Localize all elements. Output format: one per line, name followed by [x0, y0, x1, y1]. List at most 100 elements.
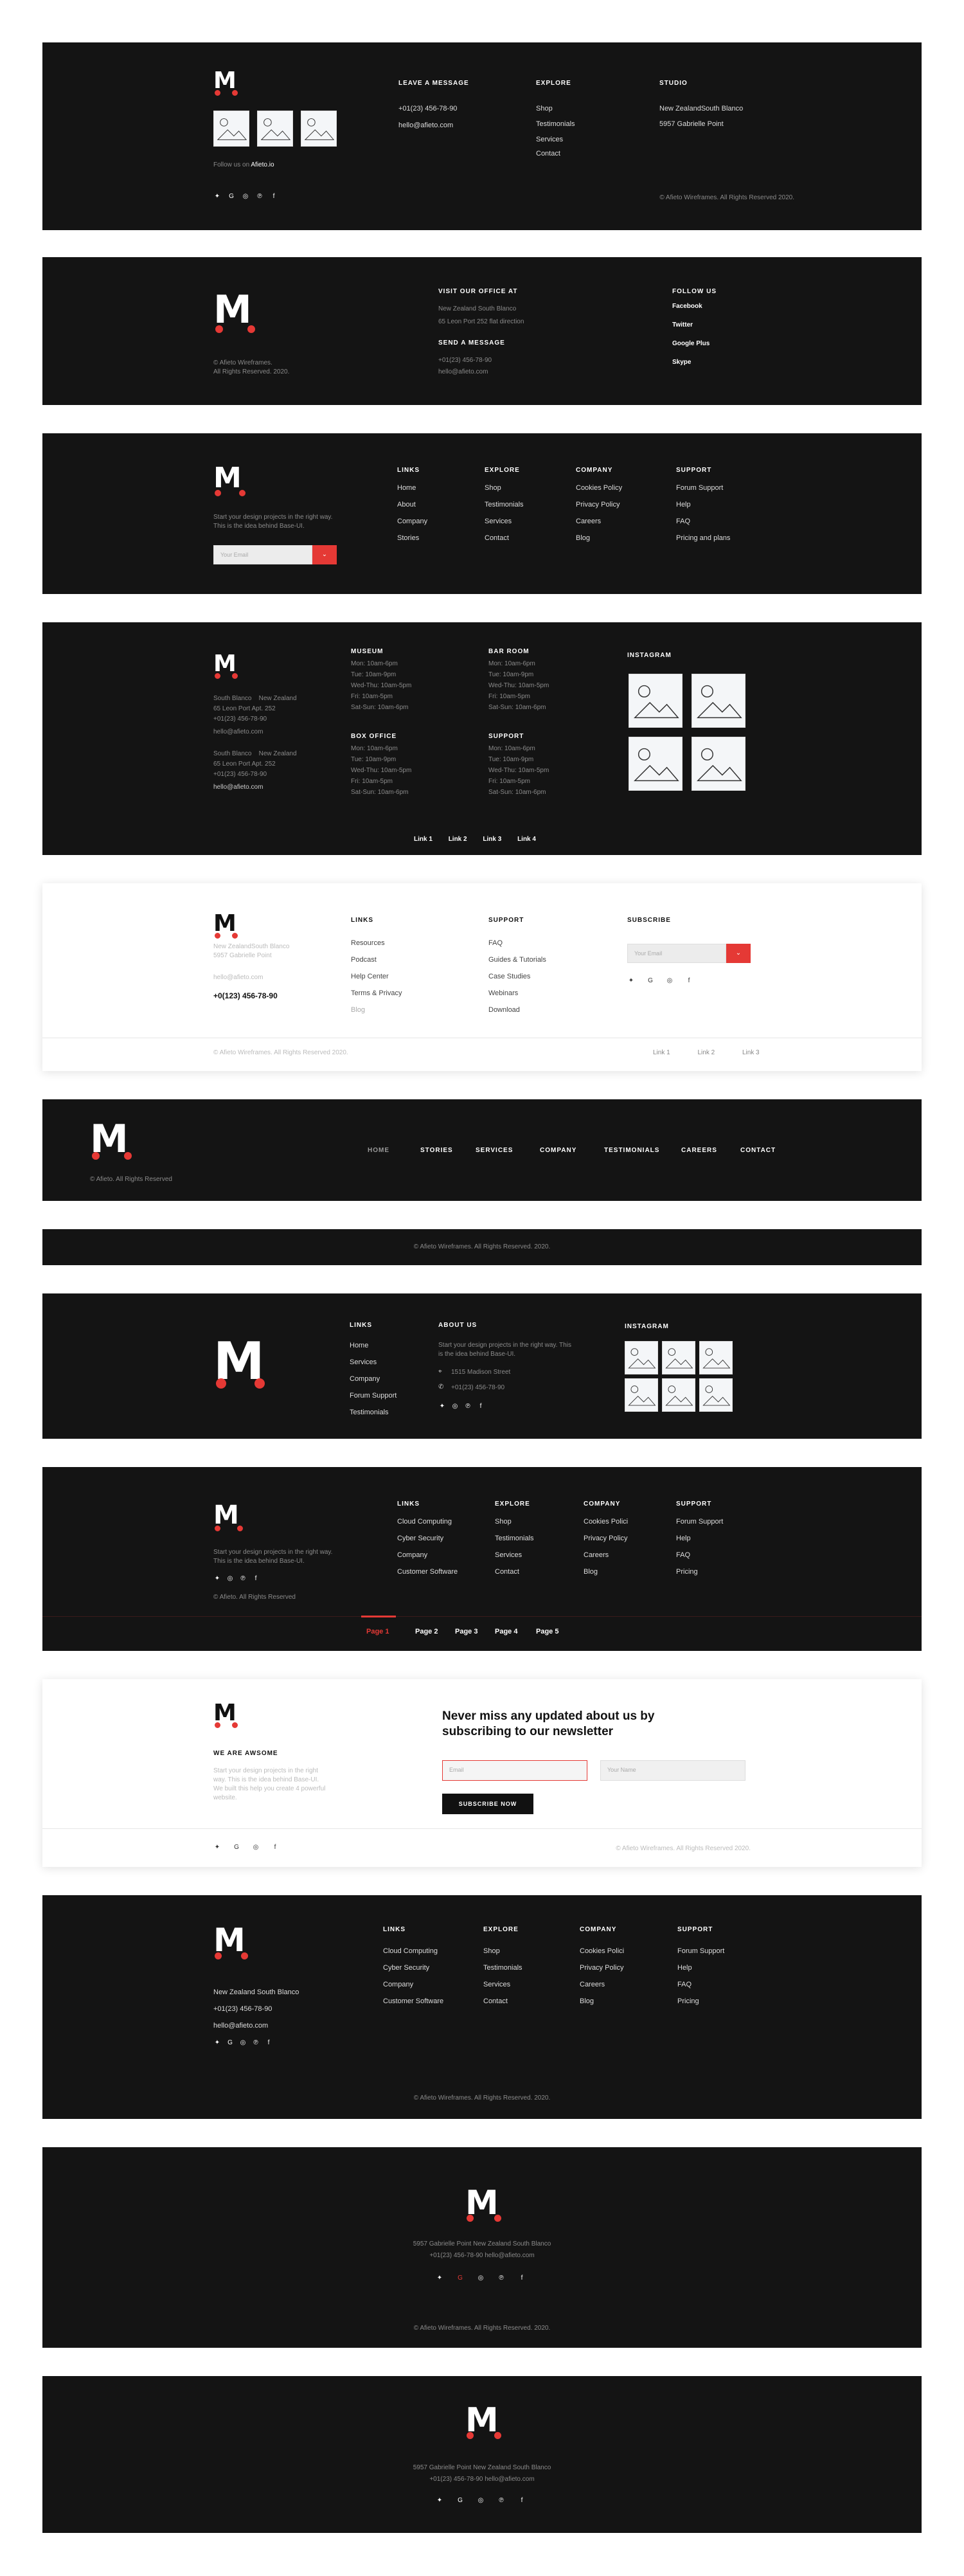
instagram-image[interactable]	[699, 1341, 733, 1374]
instagram-image[interactable]	[629, 674, 683, 728]
column-link[interactable]: Forum Support	[676, 1517, 723, 1534]
follow-link[interactable]: Afieto.io	[251, 161, 274, 168]
facebook-icon[interactable]: f	[477, 1403, 485, 1410]
nav-testimonials[interactable]: TESTIMONIALS	[604, 1147, 681, 1154]
link-item[interactable]: Help Center	[351, 972, 402, 989]
pinterest-icon[interactable]: ℗	[256, 193, 263, 201]
explore-item[interactable]: Contact	[536, 149, 613, 161]
column-link[interactable]: Cookies Polici	[580, 1947, 624, 1963]
bottom-link[interactable]: Link 3	[742, 1049, 760, 1056]
instagram-image[interactable]	[625, 1378, 658, 1412]
google-icon[interactable]: G	[647, 977, 654, 985]
column-link[interactable]: Contact	[485, 534, 524, 550]
bottom-link[interactable]: Link 2	[697, 1049, 715, 1056]
facebook-icon[interactable]: f	[685, 977, 693, 985]
link-item[interactable]: Forum Support	[350, 1391, 397, 1408]
pinterest-icon[interactable]: ℗	[464, 1403, 472, 1410]
google-icon[interactable]: G	[456, 2497, 464, 2505]
column-link[interactable]: Services	[495, 1551, 534, 1567]
link-item[interactable]: Testimonials	[350, 1408, 397, 1425]
logo[interactable]: M	[465, 2404, 503, 2439]
column-link[interactable]: Testimonials	[485, 500, 524, 517]
column-link[interactable]: Blog	[576, 534, 622, 550]
email[interactable]: hello@afieto.com	[438, 368, 488, 377]
column-link[interactable]: Contact	[483, 1997, 522, 2013]
email[interactable]: hello@afieto.com	[398, 121, 453, 130]
column-link[interactable]: Cloud Computing	[397, 1517, 458, 1534]
column-link[interactable]: Cookies Policy	[576, 483, 622, 500]
column-link[interactable]: Customer Software	[383, 1997, 443, 2013]
pinterest-icon[interactable]: ℗	[252, 2039, 260, 2047]
instagram-icon[interactable]: ◎	[239, 2039, 247, 2047]
bottom-link[interactable]: Link 3	[483, 836, 501, 843]
instagram-image[interactable]	[625, 1341, 658, 1374]
column-link[interactable]: Customer Software	[397, 1567, 458, 1584]
instagram-icon[interactable]: ◎	[451, 1403, 459, 1410]
follow-google-plus[interactable]: Google Plus	[672, 339, 710, 358]
facebook-icon[interactable]: f	[252, 1575, 260, 1583]
phone[interactable]: +01(23) 456-78-90	[398, 104, 457, 113]
email[interactable]: hello@afieto.com	[213, 973, 263, 982]
column-link[interactable]: Cloud Computing	[383, 1947, 443, 1963]
link-item[interactable]: Home	[350, 1341, 397, 1358]
page-2[interactable]: Page 2	[415, 1628, 455, 1635]
follow-skype[interactable]: Skype	[672, 358, 710, 367]
twitter-icon[interactable]: ✦	[213, 2039, 221, 2047]
logo[interactable]: M	[465, 2186, 503, 2222]
follow-twitter[interactable]: Twitter	[672, 321, 710, 339]
column-link[interactable]: Careers	[584, 1551, 628, 1567]
logo[interactable]: M	[213, 653, 239, 679]
instagram-icon[interactable]: ◎	[477, 2497, 485, 2505]
pinterest-icon[interactable]: ℗	[497, 2274, 505, 2282]
twitter-icon[interactable]: ✦	[213, 1575, 221, 1583]
column-link[interactable]: Contact	[495, 1567, 534, 1584]
bottom-link[interactable]: Link 4	[517, 836, 536, 843]
column-link[interactable]: Help	[676, 500, 730, 517]
logo[interactable]: M	[213, 69, 239, 96]
column-link[interactable]: Services	[483, 1980, 522, 1997]
facebook-icon[interactable]: f	[271, 1844, 279, 1851]
column-link[interactable]: Careers	[576, 517, 622, 534]
name-input[interactable]: Your Name	[600, 1760, 745, 1781]
logo[interactable]: M	[213, 1502, 244, 1531]
column-link[interactable]: Services	[485, 517, 524, 534]
phone[interactable]: +01(23) 456-78-90	[438, 356, 492, 365]
nav-home[interactable]: HOME	[368, 1147, 420, 1154]
column-link[interactable]: Cyber Security	[383, 1963, 443, 1980]
instagram-image[interactable]	[662, 1341, 695, 1374]
explore-item[interactable]: Testimonials	[536, 120, 613, 135]
column-link[interactable]: Shop	[483, 1947, 522, 1963]
facebook-icon[interactable]: f	[270, 193, 278, 201]
email-input[interactable]: Your Email	[213, 545, 312, 564]
follow-facebook[interactable]: Facebook	[672, 302, 710, 321]
nav-contact[interactable]: CONTACT	[740, 1147, 776, 1154]
google-icon[interactable]: G	[233, 1844, 240, 1851]
column-link[interactable]: Privacy Policy	[576, 500, 622, 517]
bottom-link[interactable]: Link 2	[449, 836, 467, 843]
logo[interactable]: M	[213, 464, 247, 496]
column-link[interactable]: Blog	[584, 1567, 628, 1584]
logo[interactable]: M	[213, 1702, 239, 1728]
logo[interactable]: M	[213, 912, 239, 939]
column-link[interactable]: About	[397, 500, 427, 517]
email-input[interactable]: Email	[442, 1760, 587, 1781]
phone[interactable]: +0(123) 456-78-90	[213, 991, 278, 1000]
page-4[interactable]: Page 4	[495, 1628, 536, 1635]
link-item[interactable]: Company	[350, 1374, 397, 1391]
twitter-icon[interactable]: ✦	[438, 1403, 446, 1410]
support-item[interactable]: Case Studies	[488, 972, 546, 989]
column-link[interactable]: Company	[397, 1551, 458, 1567]
support-item[interactable]: FAQ	[488, 939, 546, 955]
logo[interactable]: M	[90, 1120, 134, 1160]
pinterest-icon[interactable]: ℗	[239, 1575, 247, 1583]
column-link[interactable]: Pricing	[677, 1997, 724, 2013]
instagram-image[interactable]	[692, 737, 745, 791]
column-link[interactable]: FAQ	[676, 517, 730, 534]
link-item[interactable]: Terms & Privacy	[351, 989, 402, 1005]
column-link[interactable]: Cookies Polici	[584, 1517, 628, 1534]
page-3[interactable]: Page 3	[455, 1628, 495, 1635]
column-link[interactable]: Forum Support	[676, 483, 730, 500]
pinterest-icon[interactable]: ℗	[497, 2497, 505, 2505]
nav-company[interactable]: COMPANY	[540, 1147, 604, 1154]
submit-button[interactable]: ⌄	[726, 944, 751, 963]
